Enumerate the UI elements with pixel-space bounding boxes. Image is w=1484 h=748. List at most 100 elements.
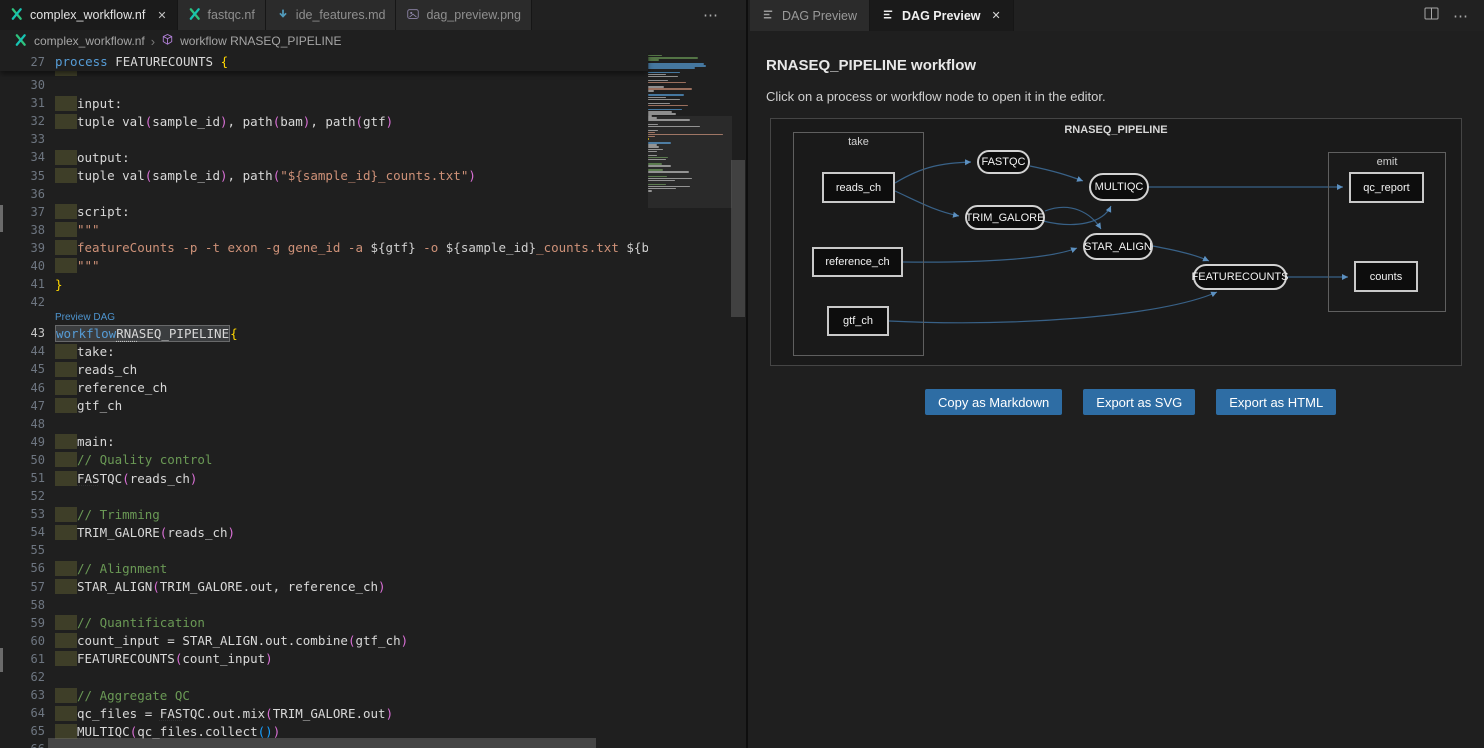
breadcrumb-file[interactable]: complex_workflow.nf [34,34,145,48]
editor-tab-ide_features.md[interactable]: ide_features.md [266,0,397,30]
dag-node-gtf_ch[interactable]: gtf_ch [827,306,889,336]
code-line[interactable]: 37script: [0,203,648,221]
cluster-label: take [794,136,923,148]
code-line[interactable]: 49main: [0,433,648,451]
code-line[interactable]: 40""" [0,257,648,275]
code-line[interactable]: 47gtf_ch [0,397,648,415]
dag-node-counts[interactable]: counts [1354,261,1418,292]
code-line[interactable]: 52 [0,487,648,505]
indent-highlight [55,398,77,413]
code-line[interactable]: 54TRIM_GALORE(reads_ch) [0,523,648,541]
vertical-scrollbar[interactable] [731,160,745,317]
dag-node-FASTQC[interactable]: FASTQC [977,150,1030,174]
code-line[interactable]: 39featureCounts -p -t exon -g gene_id -a… [0,239,648,257]
panel-tab-dag-preview[interactable]: DAG Preview [750,0,870,31]
dag-node-STAR_ALIGN[interactable]: STAR_ALIGN [1083,233,1153,260]
code-line[interactable]: 38""" [0,221,648,239]
horizontal-scrollbar[interactable] [48,738,596,748]
tab-label: fastqc.nf [208,8,255,22]
code-line[interactable]: 59// Quantification [0,614,648,632]
editor-tab-dag_preview.png[interactable]: dag_preview.png [396,0,532,30]
nextflow-icon [188,7,202,24]
dag-node-reference_ch[interactable]: reference_ch [812,247,903,277]
panel-more-actions-icon[interactable]: ⋯ [1453,7,1470,25]
code-editor[interactable]: 27process FEATURECOUNTS { 3031input:32tu… [0,52,746,748]
code-line[interactable]: 61FEATURECOUNTS(count_input) [0,650,648,668]
line-number: 27 [0,55,45,69]
code-line[interactable]: 35tuple val(sample_id), path("${sample_i… [0,166,648,184]
panel-tabstrip: DAG Preview DAG Preview✕ ⋯ [750,0,1484,31]
code-line[interactable]: 45reads_ch [0,360,648,378]
dag-node-MULTIQC[interactable]: MULTIQC [1089,173,1149,201]
sticky-scroll-line[interactable]: 27process FEATURECOUNTS { [0,52,648,71]
code-line[interactable]: 50// Quality control [0,451,648,469]
codelens-preview-dag[interactable]: Preview DAG [0,311,746,324]
code-line[interactable]: 57STAR_ALIGN(TRIM_GALORE.out, reference_… [0,578,648,596]
tab-label: DAG Preview [782,9,857,23]
code-line[interactable]: 33 [0,130,648,148]
line-number: 47 [0,399,45,413]
editor-tab-complex_workflow.nf[interactable]: complex_workflow.nf✕ [0,0,178,30]
editor-tabstrip: complex_workflow.nf✕ fastqc.nf ide_feature… [0,0,746,30]
panel-tab-dag-preview[interactable]: DAG Preview✕ [870,0,1014,31]
minimap-slider[interactable] [648,116,732,208]
line-number: 45 [0,362,45,376]
code-line[interactable]: 63// Aggregate QC [0,686,648,704]
nextflow-icon [10,7,24,24]
code-line[interactable]: 62 [0,668,648,686]
code-line[interactable]: 53// Trimming [0,505,648,523]
indent-highlight [55,434,77,449]
indent-highlight [55,452,77,467]
line-number: 58 [0,598,45,612]
line-number: 34 [0,150,45,164]
code-line[interactable]: 60count_input = STAR_ALIGN.out.combine(g… [0,632,648,650]
code-line[interactable]: 56// Alignment [0,559,648,577]
indent-highlight [55,615,77,630]
panel-title: RNASEQ_PIPELINE workflow [766,57,1468,74]
indent-highlight [55,706,77,721]
code-line[interactable]: 43workflow RNASEQ_PIPELINE { [0,324,648,342]
code-line[interactable]: 31input: [0,94,648,112]
dag-node-FEATURECOUNTS[interactable]: FEATURECOUNTS [1193,264,1287,290]
editor-more-actions-icon[interactable]: ⋯ [703,6,720,24]
split-editor-icon[interactable] [1424,7,1439,25]
code-line[interactable]: 58 [0,596,648,614]
line-number: 49 [0,435,45,449]
line-number: 53 [0,507,45,521]
indent-highlight [55,724,77,739]
line-number: 55 [0,543,45,557]
dag-node-TRIM_GALORE[interactable]: TRIM_GALORE [965,205,1045,230]
code-line[interactable]: 64qc_files = FASTQC.out.mix(TRIM_GALORE.… [0,704,648,722]
dag-node-reads_ch[interactable]: reads_ch [822,172,895,203]
line-number: 37 [0,205,45,219]
preview-icon [882,8,895,24]
code-line[interactable]: 42 [0,293,648,311]
code-line[interactable]: 32tuple val(sample_id), path(bam), path(… [0,112,648,130]
dag-edge-FASTQC-to-MULTIQC [1030,166,1083,181]
export-as-svg-button[interactable]: Export as SVG [1083,389,1195,415]
export-as-html-button[interactable]: Export as HTML [1216,389,1336,415]
line-number: 59 [0,616,45,630]
code-line[interactable]: 44take: [0,342,648,360]
code-line[interactable]: 41} [0,275,648,293]
line-number: 36 [0,187,45,201]
editor-group: complex_workflow.nf✕fastqc.nfide_feature… [0,0,748,748]
code-line[interactable]: 55 [0,541,648,559]
close-icon[interactable]: ✕ [992,9,1001,22]
editor-tab-fastqc.nf[interactable]: fastqc.nf [178,0,266,30]
close-icon[interactable]: ✕ [157,9,166,22]
preview-icon [762,8,775,24]
line-number: 62 [0,670,45,684]
code-line[interactable]: 51FASTQC(reads_ch) [0,469,648,487]
copy-as-markdown-button[interactable]: Copy as Markdown [925,389,1062,415]
code-line[interactable]: 30 [0,76,648,94]
line-number: 57 [0,580,45,594]
dag-node-qc_report[interactable]: qc_report [1349,172,1424,203]
indent-highlight [55,579,77,594]
code-line[interactable]: 36 [0,185,648,203]
code-line[interactable]: 46reference_ch [0,379,648,397]
code-line[interactable]: 34output: [0,148,648,166]
code-line[interactable]: 48 [0,415,648,433]
indent-highlight [55,168,77,183]
breadcrumb-symbol[interactable]: workflow RNASEQ_PIPELINE [180,34,341,48]
